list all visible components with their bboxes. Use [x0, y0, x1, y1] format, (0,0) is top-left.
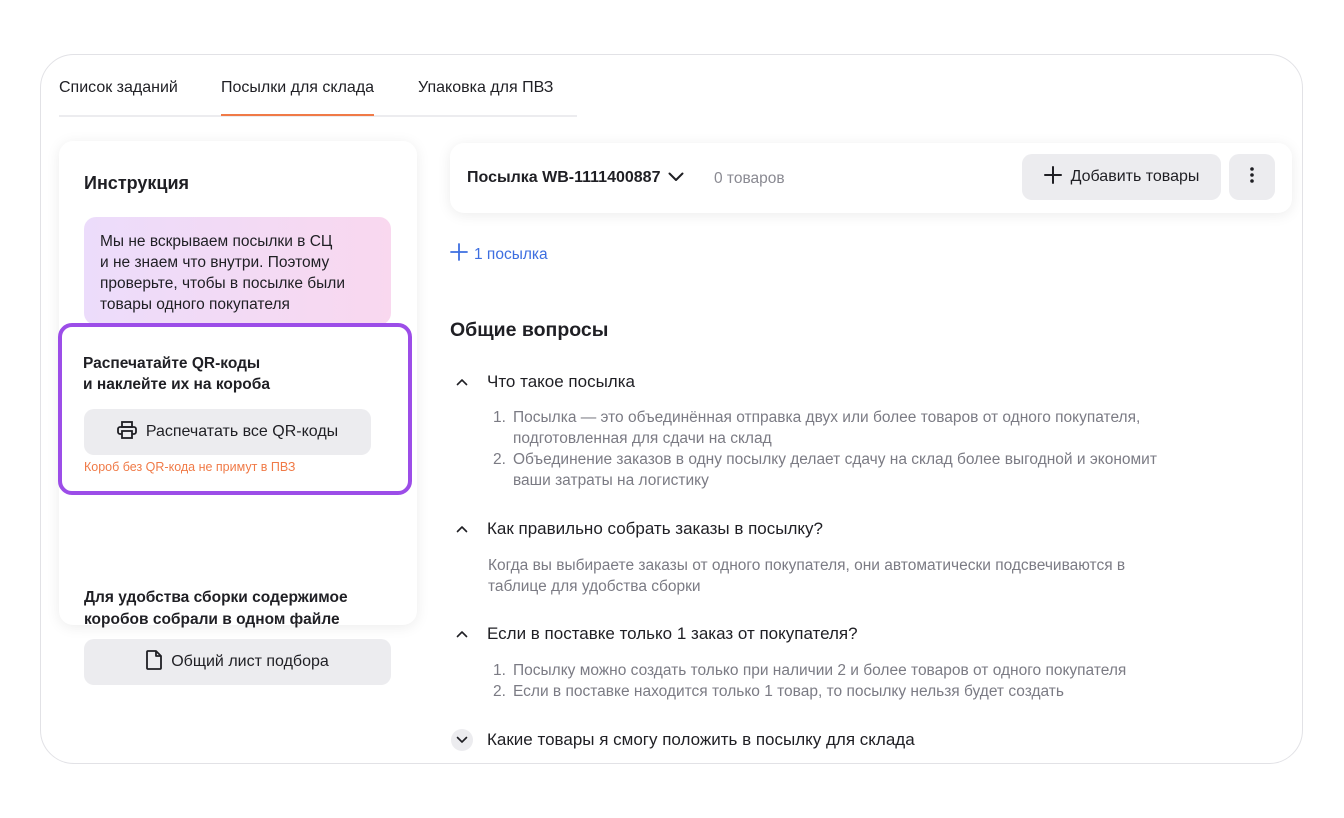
list-item: 2. Если в поставке находится только 1 то…	[493, 683, 1064, 700]
qr-warning-text: Короб без QR-кода не примут в ПВЗ	[84, 460, 296, 474]
chevron-down-icon	[451, 729, 473, 751]
faq-question-label: Если в поставке только 1 заказ от покупа…	[487, 624, 858, 643]
print-qr-button-label: Распечатать все QR-коды	[145, 423, 339, 440]
more-options-button[interactable]	[1229, 154, 1275, 200]
faq-answer-2: Когда вы выбираете заказы от одного поку…	[488, 557, 1126, 595]
document-icon	[146, 649, 163, 675]
parcel-item-count: 0 товаров	[714, 170, 785, 187]
list-item: 1. Посылку можно создать только при нали…	[493, 662, 1127, 679]
add-parcel-link[interactable]: 1 посылка	[450, 243, 548, 266]
faq-question-label: Как правильно собрать заказы в посылку?	[487, 519, 823, 538]
faq-answer-3: 1. Посылку можно создать только при нали…	[493, 660, 1126, 702]
faq-question-3[interactable]: Если в поставке только 1 заказ от покупа…	[451, 623, 858, 645]
chevron-up-icon	[451, 623, 473, 645]
faq-question-4[interactable]: Какие товары я смогу положить в посылку …	[451, 729, 915, 751]
parcel-header: Посылка WB-1111400887 0 товаров Добавить…	[450, 143, 1292, 213]
faq-title: Общие вопросы	[450, 319, 609, 341]
list-item: 2. Объединение заказов в одну посылку де…	[493, 451, 1157, 489]
pick-list-button[interactable]: Общий лист подбора	[84, 639, 391, 685]
plus-icon	[1043, 165, 1062, 189]
info-note: Мы не вскрываем посылки в СЦ и не знаем …	[84, 217, 391, 325]
parcel-selector[interactable]: Посылка WB-1111400887	[467, 169, 684, 187]
faq-question-label: Какие товары я смогу положить в посылку …	[487, 730, 915, 749]
pick-list-title: Для удобства сборки содержимое коробов с…	[84, 589, 348, 628]
more-vertical-icon	[1250, 166, 1254, 188]
chevron-down-icon	[668, 169, 684, 187]
faq-question-label: Что такое посылка	[487, 372, 635, 391]
list-item: 1. Посылка — это объединённая отправка д…	[493, 409, 1141, 447]
add-items-button-label: Добавить товары	[1070, 168, 1200, 185]
faq-answer-1: 1. Посылка — это объединённая отправка д…	[493, 407, 1157, 491]
add-items-button[interactable]: Добавить товары	[1022, 154, 1221, 200]
plus-icon	[450, 243, 468, 266]
faq-question-2[interactable]: Как правильно собрать заказы в посылку?	[451, 518, 823, 540]
printer-icon	[116, 420, 137, 444]
tab-warehouse-parcels[interactable]: Посылки для склада	[221, 79, 375, 116]
parcel-name: Посылка WB-1111400887	[467, 169, 661, 186]
tab-pvz-packing[interactable]: Упаковка для ПВЗ	[418, 79, 553, 97]
add-parcel-label: 1 посылка	[474, 245, 548, 263]
chevron-up-icon	[451, 518, 473, 540]
chevron-up-icon	[451, 371, 473, 393]
instruction-title: Инструкция	[84, 173, 190, 193]
qr-section-title: Распечатайте QR-коды и наклейте их на ко…	[83, 355, 270, 393]
main-panel: Список заданий Посылки для склада Упаков…	[40, 54, 1303, 764]
tab-bar: Список заданий Посылки для склада Упаков…	[59, 55, 577, 117]
qr-section-highlight: Распечатайте QR-коды и наклейте их на ко…	[58, 323, 412, 495]
tab-task-list[interactable]: Список заданий	[59, 79, 178, 97]
print-qr-button[interactable]: Распечатать все QR-коды	[84, 409, 371, 455]
faq-question-1[interactable]: Что такое посылка	[451, 371, 635, 393]
pick-list-button-label: Общий лист подбора	[171, 653, 329, 670]
